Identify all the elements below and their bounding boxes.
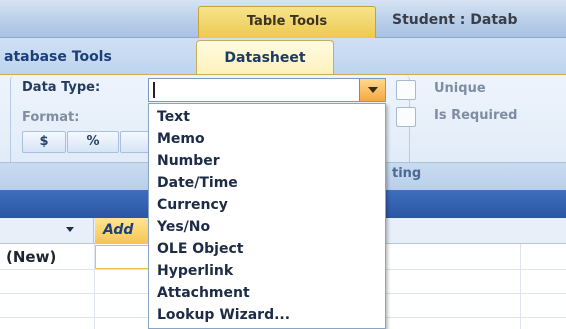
data-type-option-hyperlink[interactable]: Hyperlink — [157, 260, 377, 282]
unique-label: Unique — [434, 81, 486, 96]
tab-datasheet[interactable]: Datasheet — [196, 40, 334, 76]
currency-format-button[interactable]: $ — [22, 131, 66, 153]
unique-checkbox[interactable] — [396, 80, 416, 100]
data-type-option-text[interactable]: Text — [157, 106, 377, 128]
percent-format-button[interactable]: % — [67, 131, 119, 153]
data-type-option-lookup-wizard[interactable]: Lookup Wizard... — [157, 304, 377, 326]
ribbon-group-label: ting — [392, 166, 422, 181]
data-type-option-date-time[interactable]: Date/Time — [157, 172, 377, 194]
data-type-option-yes-no[interactable]: Yes/No — [157, 216, 377, 238]
sort-arrow-icon[interactable] — [66, 227, 74, 232]
data-type-option-memo[interactable]: Memo — [157, 128, 377, 150]
window-title: Student : Datab — [392, 12, 518, 28]
text-caret — [153, 82, 155, 98]
data-type-option-currency[interactable]: Currency — [157, 194, 377, 216]
chevron-down-icon — [368, 87, 378, 93]
is-required-label: Is Required — [434, 108, 518, 123]
format-label: Format: — [22, 110, 80, 125]
data-type-dropdown-button[interactable] — [359, 79, 385, 101]
new-record-row-label[interactable]: (New) — [0, 245, 94, 269]
table-tools-contextual-tab[interactable]: Table Tools — [198, 6, 376, 38]
comma-format-button[interactable] — [120, 131, 150, 153]
data-type-option-attachment[interactable]: Attachment — [157, 282, 377, 304]
data-type-option-number[interactable]: Number — [157, 150, 377, 172]
new-record-add-cell[interactable] — [95, 245, 155, 269]
grid-line — [520, 244, 521, 329]
add-new-field-header[interactable]: Add — [95, 218, 155, 244]
data-type-combobox[interactable] — [148, 78, 386, 102]
tab-database-tools[interactable]: atabase Tools — [0, 42, 170, 72]
data-type-option-ole-object[interactable]: OLE Object — [157, 238, 377, 260]
first-column-header[interactable] — [0, 218, 94, 244]
is-required-checkbox[interactable] — [396, 107, 416, 127]
data-type-label: Data Type: — [22, 80, 101, 95]
